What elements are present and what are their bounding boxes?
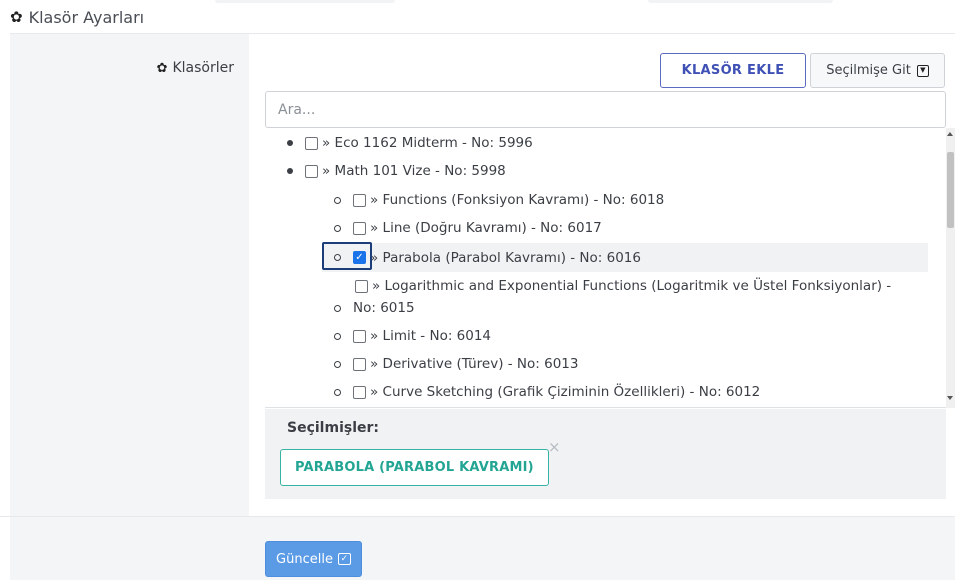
checkbox[interactable]: [355, 279, 368, 293]
scroll-up-icon[interactable]: [947, 132, 953, 136]
focus-ring: [322, 242, 372, 270]
checkbox[interactable]: [353, 193, 366, 207]
checkbox[interactable]: [353, 329, 366, 343]
bullet-icon: [334, 304, 341, 312]
field-label-text: Klasörler: [172, 60, 234, 76]
bullet-icon: [334, 360, 341, 368]
update-button[interactable]: Güncelle ✓: [265, 541, 362, 577]
selected-items-panel: Seçilmişler: PARABOLA (PARABOL KAVRAMI) …: [265, 409, 946, 499]
tree-item[interactable]: » Math 101 Vize - No: 5998: [287, 159, 506, 183]
checkbox[interactable]: [305, 164, 318, 178]
tree-item-label: » Derivative (Türev) - No: 6013: [370, 356, 579, 372]
search-input[interactable]: [265, 91, 946, 128]
scroll-thumb[interactable]: [947, 152, 954, 228]
checkbox[interactable]: [353, 385, 366, 399]
bullet-icon: [334, 224, 341, 232]
tree-item[interactable]: » Logarithmic and Exponential Functions …: [355, 274, 891, 298]
tree-item-continuation: No: 6015: [334, 296, 415, 320]
tree-item-label: » Parabola (Parabol Kavramı) - No: 6016: [370, 249, 641, 266]
tree-item[interactable]: » Eco 1162 Midterm - No: 5996: [287, 131, 533, 155]
tree-item[interactable]: » Derivative (Türev) - No: 6013: [334, 352, 579, 376]
tree-item-label: » Math 101 Vize - No: 5998: [322, 163, 506, 179]
checkbox[interactable]: [305, 136, 318, 150]
check-square-icon: ✓: [337, 553, 351, 565]
bullet-icon: [287, 140, 293, 146]
tree-item-selected[interactable]: ✓ » Parabola (Parabol Kavramı) - No: 601…: [322, 243, 928, 272]
checkbox[interactable]: [353, 221, 366, 235]
caret-square-down-icon: ▼: [916, 64, 929, 77]
update-button-label: Güncelle: [276, 551, 333, 567]
go-to-selected-button[interactable]: Seçilmişe Git ▼: [810, 53, 945, 88]
scroll-down-icon[interactable]: [947, 396, 953, 400]
tree-item[interactable]: » Limit - No: 6014: [334, 324, 491, 348]
top-hint-left: [215, 0, 395, 3]
tree-item-label-continued: No: 6015: [353, 300, 415, 316]
selected-tag-label: PARABOLA (PARABOL KAVRAMI): [295, 460, 534, 475]
tree-item-label: » Line (Doğru Kavramı) - No: 6017: [370, 220, 602, 236]
bullet-icon: [334, 196, 341, 204]
footer-background: [10, 517, 955, 580]
selected-title: Seçilmişler:: [287, 420, 379, 436]
selected-tag[interactable]: PARABOLA (PARABOL KAVRAMI): [280, 449, 549, 486]
go-to-selected-label: Seçilmişe Git: [826, 63, 911, 78]
tree-item-label: » Eco 1162 Midterm - No: 5996: [322, 135, 533, 151]
tree-item[interactable]: » Line (Doğru Kavramı) - No: 6017: [334, 216, 602, 240]
gear-icon: ✿: [10, 8, 23, 26]
tree-item-label: » Curve Sketching (Grafik Çiziminin Özel…: [370, 384, 761, 400]
section-title: ✿ Klasör Ayarları: [10, 6, 144, 28]
tree-scrollbar[interactable]: [946, 128, 955, 408]
close-icon[interactable]: ×: [548, 440, 561, 455]
bullet-icon: [287, 168, 293, 174]
folder-tree: » Eco 1162 Midterm - No: 5996 » Math 101…: [265, 128, 946, 408]
bullet-icon: [334, 388, 341, 396]
tree-item-label: » Functions (Fonksiyon Kavramı) - No: 60…: [370, 192, 665, 208]
section-title-label: Klasör Ayarları: [28, 7, 145, 27]
field-label-folders: ✿ Klasörler: [157, 60, 234, 76]
tree-item[interactable]: » Curve Sketching (Grafik Çiziminin Özel…: [334, 380, 760, 404]
tree-item-label: » Logarithmic and Exponential Functions …: [372, 278, 892, 294]
top-hint-right: [648, 0, 833, 3]
tree-item[interactable]: » Functions (Fonksiyon Kavramı) - No: 60…: [334, 188, 664, 212]
bullet-icon: [334, 332, 341, 340]
checkbox[interactable]: [353, 357, 366, 371]
add-folder-button[interactable]: KLASÖR EKLE: [660, 53, 806, 88]
tree-item-label: » Limit - No: 6014: [370, 328, 492, 344]
gear-icon: ✿: [156, 60, 168, 76]
